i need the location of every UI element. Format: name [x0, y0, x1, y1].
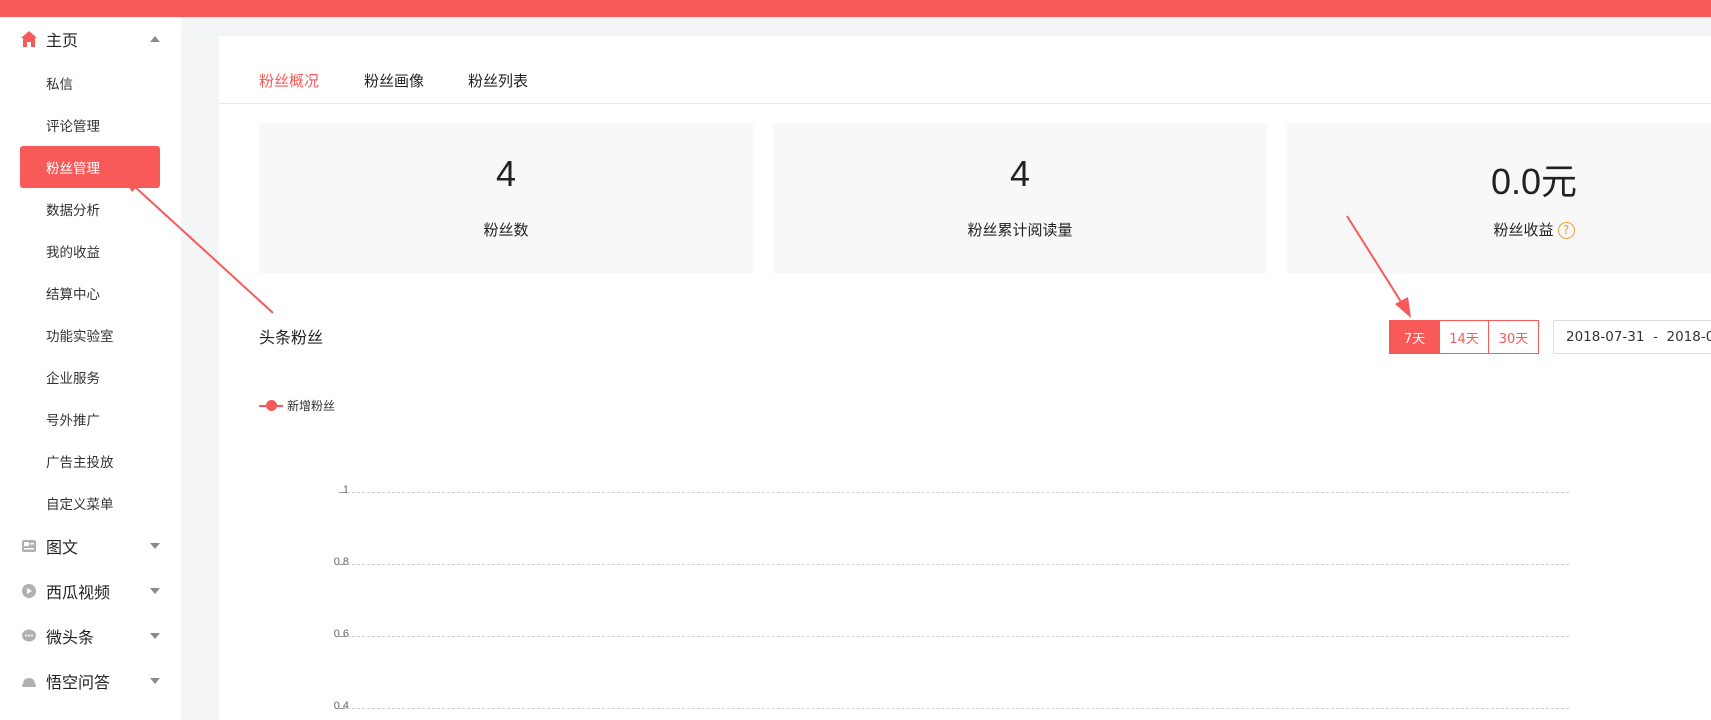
chat-icon [20, 627, 38, 645]
stat-card-reads: 4 粉丝累计阅读量 [773, 123, 1267, 273]
legend-dot [266, 399, 277, 411]
sidebar-item-messages[interactable]: 私信 [20, 62, 160, 104]
sidebar-group-label: 主页 [46, 31, 79, 50]
sidebar-item-label: 我的收益 [46, 245, 100, 261]
sidebar-item-label: 号外推广 [46, 413, 100, 429]
sidebar-item-label: 粉丝管理 [46, 161, 100, 177]
tab-bar: 粉丝概况 粉丝画像 粉丝列表 [219, 36, 1711, 104]
y-gridline: 1 [339, 484, 1669, 496]
range-7d-button[interactable]: 7天 [1389, 320, 1440, 354]
tab-fans-portrait[interactable]: 粉丝画像 [364, 70, 424, 91]
tab-fans-overview[interactable]: 粉丝概况 [259, 70, 319, 91]
grid-line [347, 636, 1569, 637]
sidebar-group-label: 微头条 [46, 628, 95, 647]
chevron-down-icon [150, 633, 160, 639]
date-range-value: 2018-07-31 - 2018-08 [1566, 329, 1711, 345]
fans-line-chart: 1 0.8 0.6 0.4 [334, 436, 1669, 720]
sidebar-group-video[interactable]: 西瓜视频 [0, 571, 181, 611]
y-tick-label: 0.6 [333, 628, 349, 640]
stat-card-fans: 4 粉丝数 [259, 123, 753, 273]
grid-line [347, 492, 1569, 493]
grid-line [347, 564, 1569, 565]
chevron-up-icon [150, 36, 160, 42]
y-tick-mark [339, 564, 345, 565]
y-tick-mark [339, 636, 345, 637]
chart-legend[interactable]: 新增粉丝 [259, 397, 335, 414]
help-icon[interactable]: ? [1557, 222, 1575, 239]
sidebar-group-article[interactable]: 图文 [0, 526, 181, 566]
y-gridline: 0.8 [334, 556, 1669, 568]
main-panel: 粉丝概况 粉丝画像 粉丝列表 4 粉丝数 4 粉丝累计阅读量 0.0元 粉丝收益… [219, 36, 1711, 720]
sidebar-item-label: 企业服务 [46, 371, 100, 387]
legend-line-marker [259, 399, 283, 411]
y-tick-mark [339, 708, 345, 709]
y-tick-label: 1 [342, 484, 349, 496]
sidebar-item-label: 评论管理 [46, 119, 100, 135]
sidebar-item-label: 私信 [46, 77, 73, 93]
section-title: 头条粉丝 [259, 328, 324, 347]
sidebar-item-enterprise[interactable]: 企业服务 [20, 356, 160, 398]
sidebar-item-label: 自定义菜单 [46, 497, 114, 513]
range-14d-button[interactable]: 14天 [1440, 320, 1489, 354]
chevron-down-icon [150, 588, 160, 594]
stat-card-income: 0.0元 粉丝收益? [1287, 123, 1711, 273]
play-icon [20, 582, 38, 600]
sidebar-item-custom-menu[interactable]: 自定义菜单 [20, 482, 160, 524]
qa-icon [20, 672, 38, 690]
sidebar-item-settlement[interactable]: 结算中心 [20, 272, 160, 314]
legend-label: 新增粉丝 [287, 399, 336, 413]
sidebar-item-analytics[interactable]: 数据分析 [20, 188, 160, 230]
stat-label: 粉丝累计阅读量 [967, 221, 1073, 239]
stat-value: 0.0元 [1490, 161, 1578, 202]
sidebar-group-home[interactable]: 主页 [0, 19, 181, 59]
range-selector: 7天 14天 30天 [1389, 320, 1539, 354]
sidebar-item-comments[interactable]: 评论管理 [20, 104, 160, 146]
y-tick-label: 0.4 [333, 700, 349, 712]
date-range-picker[interactable]: 2018-07-31 - 2018-08 [1553, 320, 1711, 354]
sidebar-group-qa[interactable]: 悟空问答 [0, 661, 181, 701]
sidebar-item-lab[interactable]: 功能实验室 [20, 314, 160, 356]
stat-value: 4 [1009, 153, 1031, 194]
sidebar-group-label: 西瓜视频 [46, 583, 111, 602]
stat-label: 粉丝数 [483, 221, 529, 239]
stat-label-wrap: 粉丝收益? [1287, 219, 1711, 240]
y-gridline: 0.4 [334, 700, 1669, 712]
tab-fans-list[interactable]: 粉丝列表 [468, 70, 528, 91]
home-icon [20, 30, 38, 48]
sidebar-item-earnings[interactable]: 我的收益 [20, 230, 160, 272]
sidebar-item-promotion[interactable]: 号外推广 [20, 398, 160, 440]
grid-line [347, 708, 1569, 709]
stat-label: 粉丝收益 [1493, 221, 1554, 239]
top-bar [0, 0, 1711, 17]
article-icon [20, 537, 38, 555]
stat-value: 4 [495, 153, 517, 194]
chevron-down-icon [150, 543, 160, 549]
sidebar-item-label: 结算中心 [46, 287, 100, 303]
chevron-down-icon [150, 678, 160, 684]
y-gridline: 0.6 [334, 628, 1669, 640]
sidebar-group-label: 悟空问答 [46, 673, 111, 692]
sidebar-item-label: 广告主投放 [46, 455, 114, 471]
sidebar-item-fans[interactable]: 粉丝管理 [20, 146, 160, 188]
y-tick-label: 0.8 [333, 556, 349, 568]
sidebar-item-advertiser[interactable]: 广告主投放 [20, 440, 160, 482]
sidebar-item-label: 数据分析 [46, 203, 100, 219]
sidebar-group-micro[interactable]: 微头条 [0, 616, 181, 656]
sidebar-item-label: 功能实验室 [46, 329, 114, 345]
range-30d-button[interactable]: 30天 [1489, 320, 1539, 354]
y-tick-mark [339, 492, 345, 493]
sidebar: 主页 私信 评论管理 粉丝管理 数据分析 我的收益 结算中心 功能实验室 企业服… [0, 17, 181, 720]
sidebar-group-label: 图文 [46, 538, 79, 557]
